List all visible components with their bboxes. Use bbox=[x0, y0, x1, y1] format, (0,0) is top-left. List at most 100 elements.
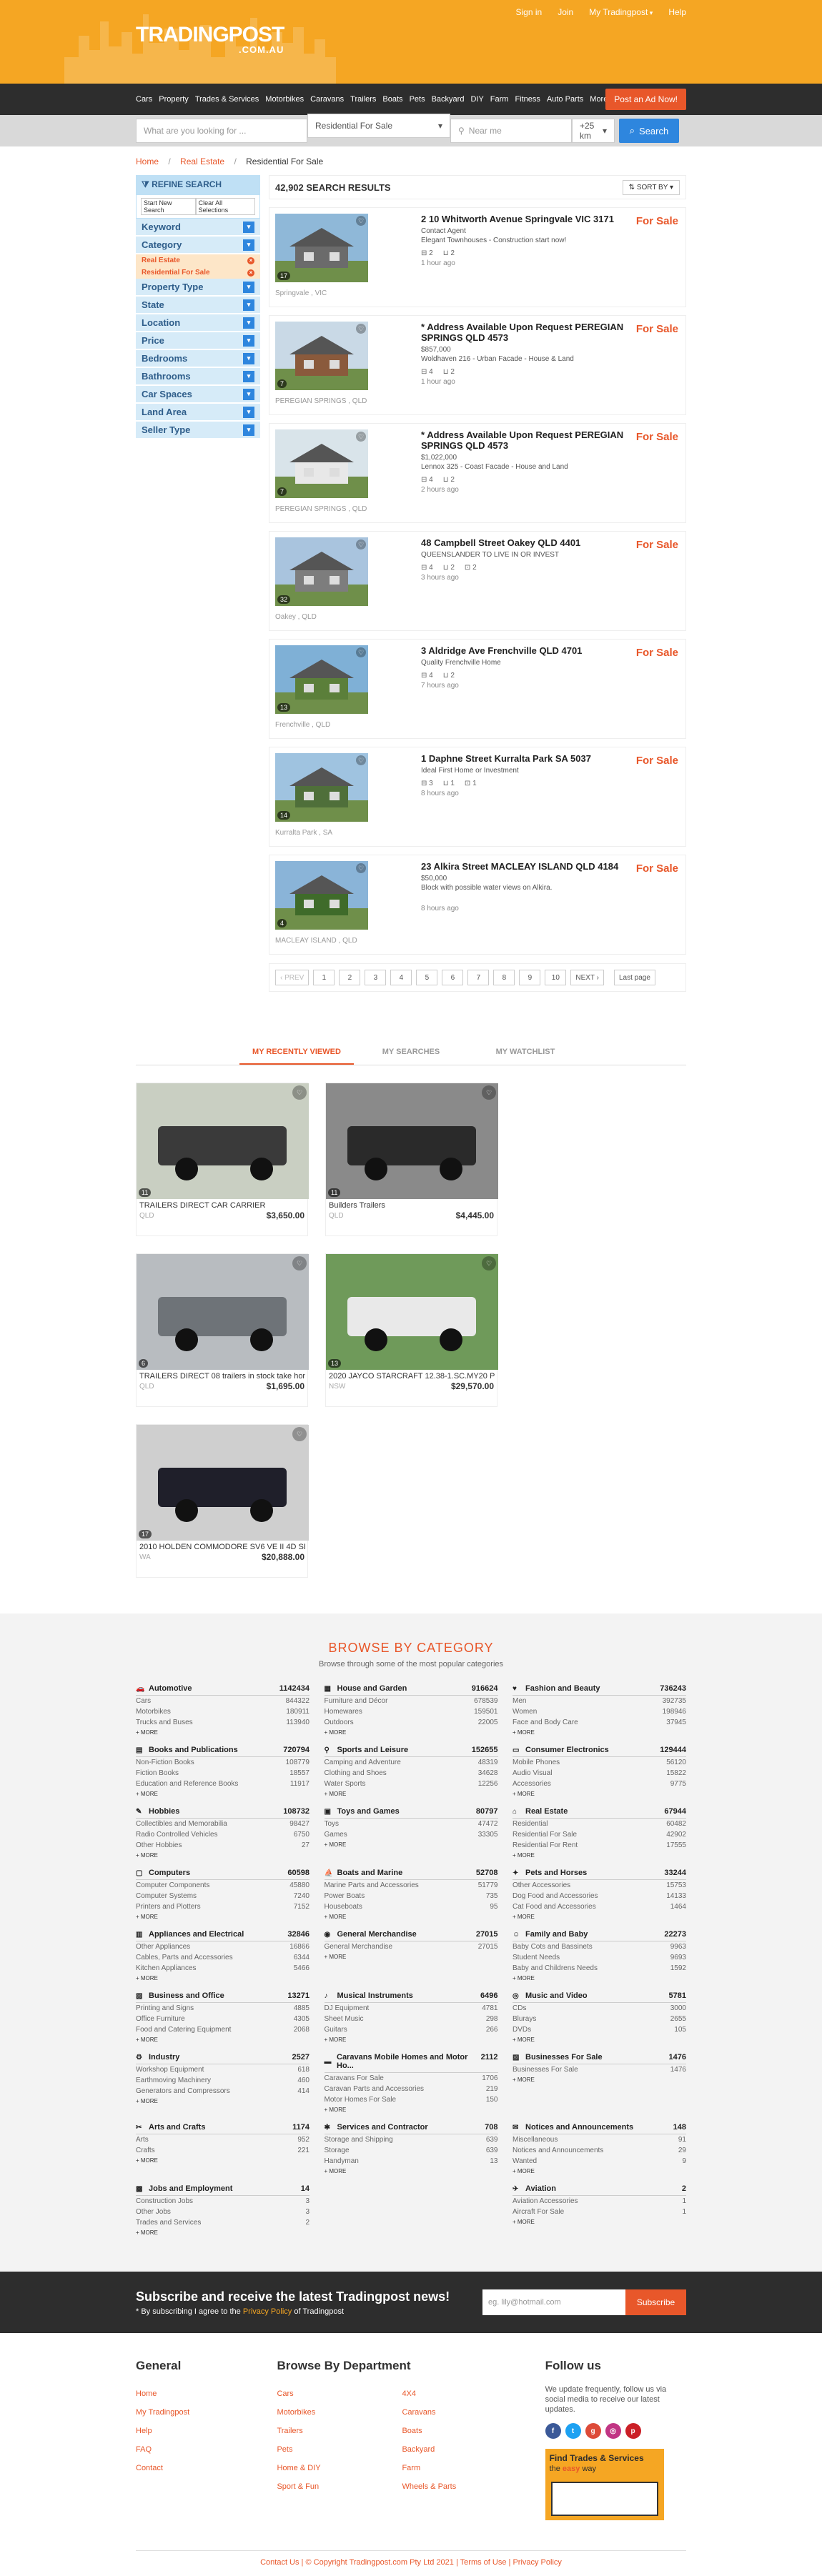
subcategory-row[interactable]: Generators and Compressors 414 bbox=[136, 2086, 310, 2097]
subcategory-row[interactable]: Cables, Parts and Accessories 6344 bbox=[136, 1952, 310, 1963]
subcategory-row[interactable]: Motor Homes For Sale 150 bbox=[325, 2094, 498, 2105]
category-header[interactable]: ▬ Caravans Mobile Homes and Motor Ho... 21… bbox=[324, 2053, 498, 2073]
subcategory-row[interactable]: Caravans For Sale 1706 bbox=[325, 2073, 498, 2084]
help-link[interactable]: Help bbox=[668, 7, 686, 17]
subcategory-row[interactable]: DJ Equipment 4781 bbox=[325, 2003, 498, 2014]
subcategory-row[interactable]: Houseboats 95 bbox=[325, 1901, 498, 1912]
subcategory-row[interactable]: Education and Reference Books 11917 bbox=[136, 1779, 310, 1789]
sort-by-button[interactable]: ⇅ SORT BY ▾ bbox=[622, 179, 680, 195]
subcategory-row[interactable]: Blurays 2655 bbox=[512, 2014, 686, 2024]
instagram-icon[interactable]: ◎ bbox=[605, 2423, 621, 2439]
tab-my-searches[interactable]: MY SEARCHES bbox=[354, 1040, 468, 1065]
footer-dept-link[interactable]: Farm bbox=[402, 2459, 527, 2477]
more-link[interactable]: + MORE bbox=[325, 1729, 498, 1736]
subcategory-row[interactable]: Computer Systems 7240 bbox=[136, 1891, 310, 1901]
watchlist-heart-icon[interactable]: ♡ bbox=[356, 755, 366, 765]
subcategory-row[interactable]: Caravan Parts and Accessories 219 bbox=[325, 2084, 498, 2094]
footer-dept-link[interactable]: Backyard bbox=[402, 2440, 527, 2459]
category-header[interactable]: ◉ General Merchandise 27015 bbox=[324, 1930, 498, 1941]
page-number-button[interactable]: 3 bbox=[365, 970, 387, 985]
listing-title[interactable]: 2 10 Whitworth Avenue Springvale VIC 317… bbox=[421, 214, 635, 224]
listing-card[interactable]: 13 ♡ Frenchville , QLD 3 Aldridge Ave Frenc… bbox=[269, 639, 686, 739]
listing-photo[interactable]: 13 ♡ bbox=[275, 645, 368, 714]
subcategory-row[interactable]: Trucks and Buses 113940 bbox=[136, 1717, 310, 1728]
category-header[interactable]: ▨ Businesses For Sale 1476 bbox=[512, 2053, 686, 2064]
subcategory-row[interactable]: Radio Controlled Vehicles 6750 bbox=[136, 1829, 310, 1840]
subscribe-button[interactable]: Subscribe bbox=[625, 2289, 686, 2315]
subcategory-row[interactable]: Face and Body Care 37945 bbox=[512, 1717, 686, 1728]
subcategory-row[interactable]: Power Boats 735 bbox=[325, 1891, 498, 1901]
listing-photo[interactable]: 7 ♡ bbox=[275, 322, 368, 390]
page-number-button[interactable]: 5 bbox=[416, 970, 438, 985]
my-tradingpost-menu[interactable]: My Tradingpost bbox=[589, 7, 653, 17]
category-header[interactable]: ✱ Services and Contractor 708 bbox=[324, 2123, 498, 2134]
recent-item-photo[interactable]: 13 ♡ bbox=[326, 1254, 498, 1370]
listing-photo[interactable]: 7 ♡ bbox=[275, 429, 368, 498]
more-link[interactable]: + MORE bbox=[325, 2168, 498, 2174]
keyword-input[interactable]: What are you looking for ... bbox=[136, 119, 307, 143]
more-link[interactable]: + MORE bbox=[325, 2037, 498, 2043]
more-link[interactable]: + MORE bbox=[325, 1791, 498, 1797]
category-header[interactable]: ⚙ Industry 2527 bbox=[136, 2053, 310, 2064]
footer-dept-link[interactable]: Home & DIY bbox=[277, 2459, 402, 2477]
recent-item-card[interactable]: 11 ♡ TRAILERS DIRECT CAR CARRIER QLD $3,650.… bbox=[136, 1083, 309, 1236]
subcategory-row[interactable]: Workshop Equipment 618 bbox=[136, 2064, 310, 2075]
listing-title[interactable]: 48 Campbell Street Oakey QLD 4401 bbox=[421, 537, 635, 548]
more-link[interactable]: + MORE bbox=[136, 1852, 310, 1859]
listing-card[interactable]: 4 ♡ MACLEAY ISLAND , QLD 23 Alkira Street M… bbox=[269, 855, 686, 955]
subcategory-row[interactable]: Accessories 9775 bbox=[512, 1779, 686, 1789]
next-page-button[interactable]: NEXT › bbox=[570, 970, 604, 985]
watchlist-heart-icon[interactable]: ♡ bbox=[356, 216, 366, 226]
nav-item-property[interactable]: Property bbox=[159, 95, 189, 104]
recent-item-card[interactable]: 17 ♡ 2010 HOLDEN COMMODORE SV6 VE II 4D SE… bbox=[136, 1424, 309, 1578]
subcategory-row[interactable]: Printers and Plotters 7152 bbox=[136, 1901, 310, 1912]
filter-land-area[interactable]: Land Area ▾ bbox=[136, 404, 260, 422]
category-header[interactable]: ▩ Jobs and Employment 14 bbox=[136, 2184, 310, 2196]
subcategory-row[interactable]: Food and Catering Equipment 2068 bbox=[136, 2024, 310, 2035]
subcategory-row[interactable]: Marine Parts and Accessories 51779 bbox=[325, 1880, 498, 1891]
nav-item-pets[interactable]: Pets bbox=[410, 95, 425, 104]
subcategory-row[interactable]: Printing and Signs 4885 bbox=[136, 2003, 310, 2014]
subcategory-row[interactable]: Games 33305 bbox=[325, 1829, 498, 1840]
tab-my-watchlist[interactable]: MY WATCHLIST bbox=[468, 1040, 583, 1065]
category-header[interactable]: ▢ Computers 60598 bbox=[136, 1869, 310, 1880]
category-header[interactable]: ⛵ Boats and Marine 52708 bbox=[324, 1869, 498, 1880]
trades-services-promo[interactable]: Find Trades & Services the easy way bbox=[545, 2449, 664, 2520]
sign-in-link[interactable]: Sign in bbox=[516, 7, 543, 17]
subcategory-row[interactable]: Aircraft For Sale 1 bbox=[512, 2207, 686, 2217]
nav-item-farm[interactable]: Farm bbox=[490, 95, 509, 104]
google-plus-icon[interactable]: g bbox=[585, 2423, 601, 2439]
more-link[interactable]: + MORE bbox=[325, 1914, 498, 1920]
subcategory-row[interactable]: Aviation Accessories 1 bbox=[512, 2196, 686, 2207]
category-header[interactable]: ◎ Music and Video 5781 bbox=[512, 1991, 686, 2003]
subcategory-row[interactable]: Women 198946 bbox=[512, 1706, 686, 1717]
listing-card[interactable]: 32 ♡ Oakey , QLD 48 Campbell Street Oakey Q… bbox=[269, 531, 686, 631]
footer-link[interactable]: FAQ bbox=[136, 2440, 277, 2459]
filter-price[interactable]: Price ▾ bbox=[136, 332, 260, 350]
category-header[interactable]: ✎ Hobbies 108732 bbox=[136, 1807, 310, 1819]
listing-card[interactable]: 17 ♡ Springvale , VIC 2 10 Whitworth Avenue… bbox=[269, 207, 686, 307]
filter-property-type[interactable]: Property Type ▾ bbox=[136, 279, 260, 297]
subcategory-row[interactable]: Other Jobs 3 bbox=[136, 2207, 310, 2217]
footer-link[interactable]: Home bbox=[136, 2384, 277, 2403]
subcategory-row[interactable]: Dog Food and Accessories 14133 bbox=[512, 1891, 686, 1901]
footer-dept-link[interactable]: Pets bbox=[277, 2440, 402, 2459]
breadcrumb-real-estate[interactable]: Real Estate bbox=[180, 156, 224, 166]
site-logo[interactable]: TRADINGPOST .COM.AU bbox=[136, 24, 284, 56]
page-number-button[interactable]: 10 bbox=[545, 970, 567, 985]
subcategory-row[interactable]: Outdoors 22005 bbox=[325, 1717, 498, 1728]
subcategory-row[interactable]: Men 392735 bbox=[512, 1696, 686, 1706]
page-number-button[interactable]: 4 bbox=[390, 970, 412, 985]
page-number-button[interactable]: 6 bbox=[442, 970, 464, 985]
category-header[interactable]: ▥ Appliances and Electrical 32846 bbox=[136, 1930, 310, 1941]
more-link[interactable]: + MORE bbox=[136, 2098, 310, 2104]
category-header[interactable]: ▦ House and Garden 916624 bbox=[324, 1684, 498, 1696]
subcategory-row[interactable]: Fiction Books 18557 bbox=[136, 1768, 310, 1779]
subcategory-row[interactable]: Trades and Services 2 bbox=[136, 2217, 310, 2228]
subcategory-row[interactable]: Businesses For Sale 1476 bbox=[512, 2064, 686, 2075]
subcategory-row[interactable]: DVDs 105 bbox=[512, 2024, 686, 2035]
filter-keyword[interactable]: Keyword ▾ bbox=[136, 219, 260, 237]
subcategory-row[interactable]: Motorbikes 180911 bbox=[136, 1706, 310, 1717]
more-link[interactable]: + MORE bbox=[136, 1729, 310, 1736]
subcategory-row[interactable]: Collectibles and Memorabilia 98427 bbox=[136, 1819, 310, 1829]
